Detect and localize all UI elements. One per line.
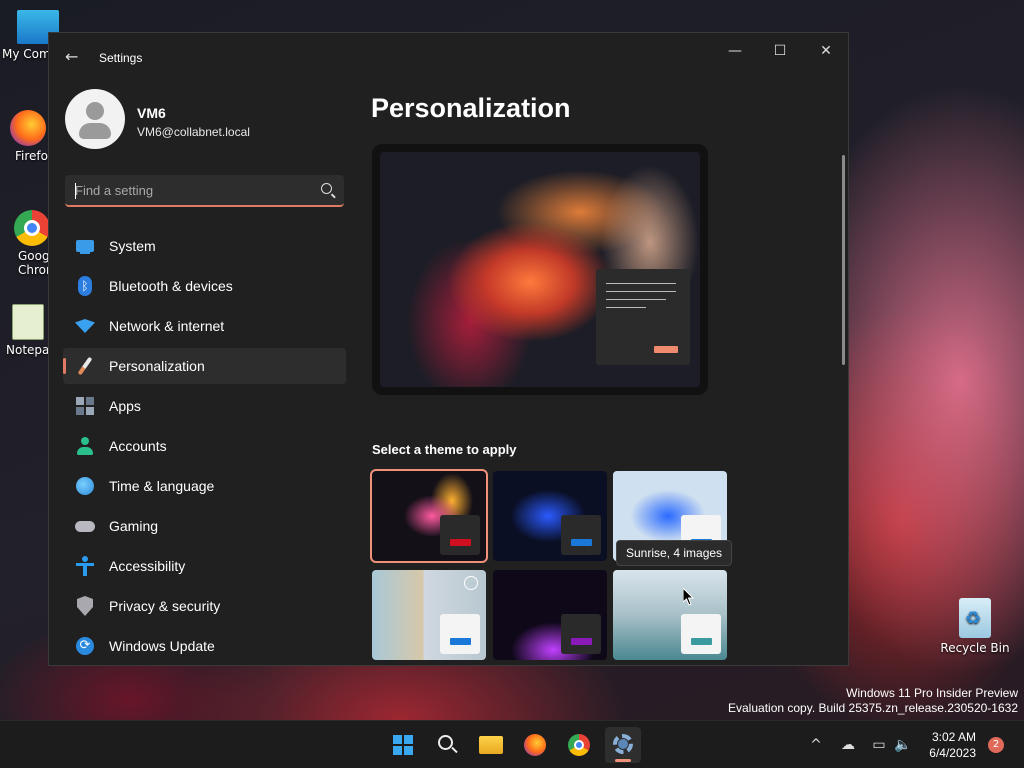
bluetooth-icon: ᛒ xyxy=(75,276,95,296)
sidebar-item-label: Windows Update xyxy=(109,638,215,654)
build-watermark: Windows 11 Pro Insider Preview Evaluatio… xyxy=(728,686,1018,716)
taskbar: ^ ☁ ▭ 🔈 3:02 AM 6/4/2023 2 xyxy=(0,720,1024,768)
theme-thumbnail[interactable] xyxy=(613,570,727,660)
desktop-icon-label: Firefo xyxy=(15,149,48,163)
chrome-icon xyxy=(568,734,590,756)
theme-section-heading: Select a theme to apply xyxy=(372,442,517,457)
minimize-button[interactable]: — xyxy=(715,41,755,61)
text-caret xyxy=(75,183,76,199)
settings-window: ← Settings — ☐ ✕ VM6 VM6@collabnet.local… xyxy=(48,32,849,666)
close-button[interactable]: ✕ xyxy=(806,41,846,61)
sidebar-item-accessibility[interactable]: Accessibility xyxy=(63,548,346,584)
preview-window xyxy=(596,269,690,365)
window-title: Settings xyxy=(99,51,143,65)
chevron-up-icon[interactable]: ^ xyxy=(806,735,826,755)
wallpaper-preview xyxy=(380,152,700,387)
theme-thumbnail[interactable] xyxy=(493,471,607,561)
desktop-icon-recycle-bin[interactable]: ♻ Recycle Bin xyxy=(938,598,1012,655)
shield-icon xyxy=(75,596,95,616)
sidebar-item-apps[interactable]: Apps xyxy=(63,388,346,424)
sidebar-item-accounts[interactable]: Accounts xyxy=(63,428,346,464)
folder-icon xyxy=(479,736,503,754)
sidebar-item-personalization[interactable]: Personalization xyxy=(63,348,346,384)
sidebar-item-label: Personalization xyxy=(109,358,205,374)
onedrive-offline-icon[interactable]: ☁ xyxy=(838,735,858,755)
sidebar-item-label: Privacy & security xyxy=(109,598,221,614)
sidebar-item-label: Apps xyxy=(109,398,141,414)
network-icon xyxy=(75,316,95,336)
watermark-line: Windows 11 Pro Insider Preview xyxy=(846,686,1018,700)
sidebar-item-label: Accounts xyxy=(109,438,167,454)
maximize-button[interactable]: ☐ xyxy=(760,41,800,61)
active-indicator xyxy=(615,759,631,762)
sidebar-item-network[interactable]: Network & internet xyxy=(63,308,346,344)
settings-taskbar-button[interactable] xyxy=(605,727,641,763)
back-arrow-icon[interactable]: ← xyxy=(65,49,81,65)
accessibility-icon xyxy=(75,556,95,576)
time-text: 3:02 AM xyxy=(931,730,976,744)
search-icon[interactable] xyxy=(321,183,332,194)
sidebar-item-label: Time & language xyxy=(109,478,215,494)
title-bar: ← Settings — ☐ ✕ xyxy=(49,33,848,83)
chrome-icon xyxy=(14,210,50,246)
sidebar-item-label: Gaming xyxy=(109,518,159,534)
update-icon: ⟳ xyxy=(75,636,95,656)
theme-thumbnail[interactable] xyxy=(370,469,488,563)
chrome-button[interactable] xyxy=(561,727,597,763)
search-box[interactable] xyxy=(65,175,344,207)
desktop-icon-chrome[interactable]: Goog Chron xyxy=(14,210,54,277)
sidebar-item-privacy-security[interactable]: Privacy & security xyxy=(63,588,346,624)
recycle-bin-icon: ♻ xyxy=(959,598,991,638)
desktop-icon-label: Goog Chron xyxy=(18,249,54,277)
firefox-button[interactable] xyxy=(517,727,553,763)
windows-logo-icon xyxy=(393,735,413,755)
firefox-icon xyxy=(524,734,546,756)
date-text: 6/4/2023 xyxy=(929,746,976,760)
profile-email: VM6@collabnet.local xyxy=(137,125,250,139)
sidebar-item-label: Bluetooth & devices xyxy=(109,278,233,294)
volume-icon[interactable]: 🔈 xyxy=(893,735,913,755)
apps-icon xyxy=(75,396,95,416)
sidebar-item-bluetooth[interactable]: ᛒ Bluetooth & devices xyxy=(63,268,346,304)
sidebar-item-time-language[interactable]: Time & language xyxy=(63,468,346,504)
theme-thumbnail[interactable] xyxy=(493,570,607,660)
sidebar-nav: System ᛒ Bluetooth & devices Network & i… xyxy=(63,228,346,665)
desktop-icon-notepad[interactable]: Notepa xyxy=(6,304,50,357)
desktop-icon-label: Recycle Bin xyxy=(940,641,1010,655)
sidebar-item-label: System xyxy=(109,238,156,254)
theme-preview xyxy=(372,144,708,395)
sidebar-item-windows-update[interactable]: ⟳ Windows Update xyxy=(63,628,346,664)
system-icon xyxy=(75,236,95,256)
search-button[interactable] xyxy=(429,727,465,763)
firefox-icon xyxy=(10,110,46,146)
brush-icon xyxy=(75,356,95,376)
gamepad-icon xyxy=(75,516,95,536)
slideshow-icon xyxy=(464,576,478,590)
avatar[interactable] xyxy=(65,89,125,149)
accounts-icon xyxy=(75,436,95,456)
theme-thumbnail[interactable] xyxy=(372,570,486,660)
network-display-icon[interactable]: ▭ xyxy=(869,735,889,755)
globe-clock-icon xyxy=(75,476,95,496)
sidebar-item-gaming[interactable]: Gaming xyxy=(63,508,346,544)
search-input[interactable] xyxy=(65,175,305,205)
start-button[interactable] xyxy=(385,727,421,763)
clock[interactable]: 3:02 AM 6/4/2023 xyxy=(929,729,976,761)
scrollbar[interactable] xyxy=(842,155,845,365)
file-explorer-button[interactable] xyxy=(473,727,509,763)
watermark-line: Evaluation copy. Build 25375.zn_release.… xyxy=(728,701,1018,715)
sidebar-item-label: Accessibility xyxy=(109,558,186,574)
page-title: Personalization xyxy=(371,93,571,123)
main-content: Personalization Select a theme to apply xyxy=(370,83,841,665)
profile-name: VM6 xyxy=(137,105,166,121)
notepad-icon xyxy=(12,304,44,340)
desktop-icon-firefox[interactable]: Firefo xyxy=(8,110,48,163)
sidebar-item-system[interactable]: System xyxy=(63,228,346,264)
sidebar-item-label: Network & internet xyxy=(109,318,225,334)
theme-tooltip: Sunrise, 4 images xyxy=(616,540,733,566)
notification-badge[interactable]: 2 xyxy=(988,737,1004,753)
desktop-icon-label: Notepa xyxy=(6,343,50,357)
